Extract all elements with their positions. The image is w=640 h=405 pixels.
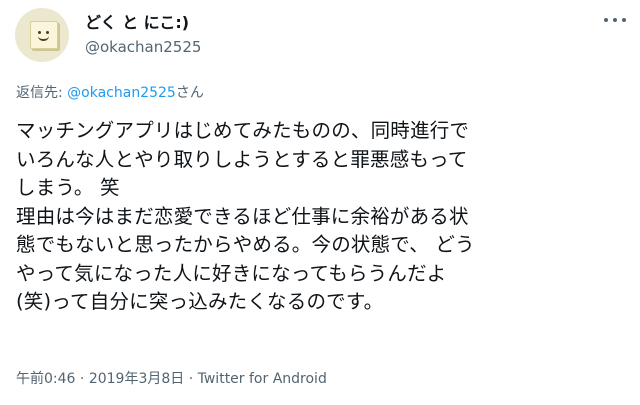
tweet-time[interactable]: 午前0:46 (16, 371, 75, 387)
smiley-face-icon (30, 21, 58, 49)
user-handle[interactable]: @okachan2525 (85, 37, 201, 57)
tweet-source-link[interactable]: Twitter for Android (198, 371, 327, 387)
display-name[interactable]: どく と にこ:) (85, 13, 189, 33)
tweet-date[interactable]: 2019年3月8日 (89, 371, 184, 387)
meta-separator: · (184, 371, 198, 387)
meta-separator: · (75, 371, 89, 387)
reply-suffix: さん (175, 85, 204, 101)
tweet-text: マッチングアプリはじめてみたものの、同時進行で いろんな人とやり取りしようとする… (16, 119, 475, 313)
more-options-icon[interactable] (604, 12, 626, 28)
reply-mention-link[interactable]: @okachan2525 (67, 85, 176, 101)
reply-context: 返信先: @okachan2525さん (16, 84, 204, 102)
reply-prefix: 返信先: (16, 85, 68, 101)
avatar[interactable] (15, 8, 69, 62)
tweet-metadata: 午前0:46 · 2019年3月8日 · Twitter for Android (16, 370, 327, 388)
tweet-card: どく と にこ:) @okachan2525 返信先: @okachan2525… (0, 0, 640, 405)
